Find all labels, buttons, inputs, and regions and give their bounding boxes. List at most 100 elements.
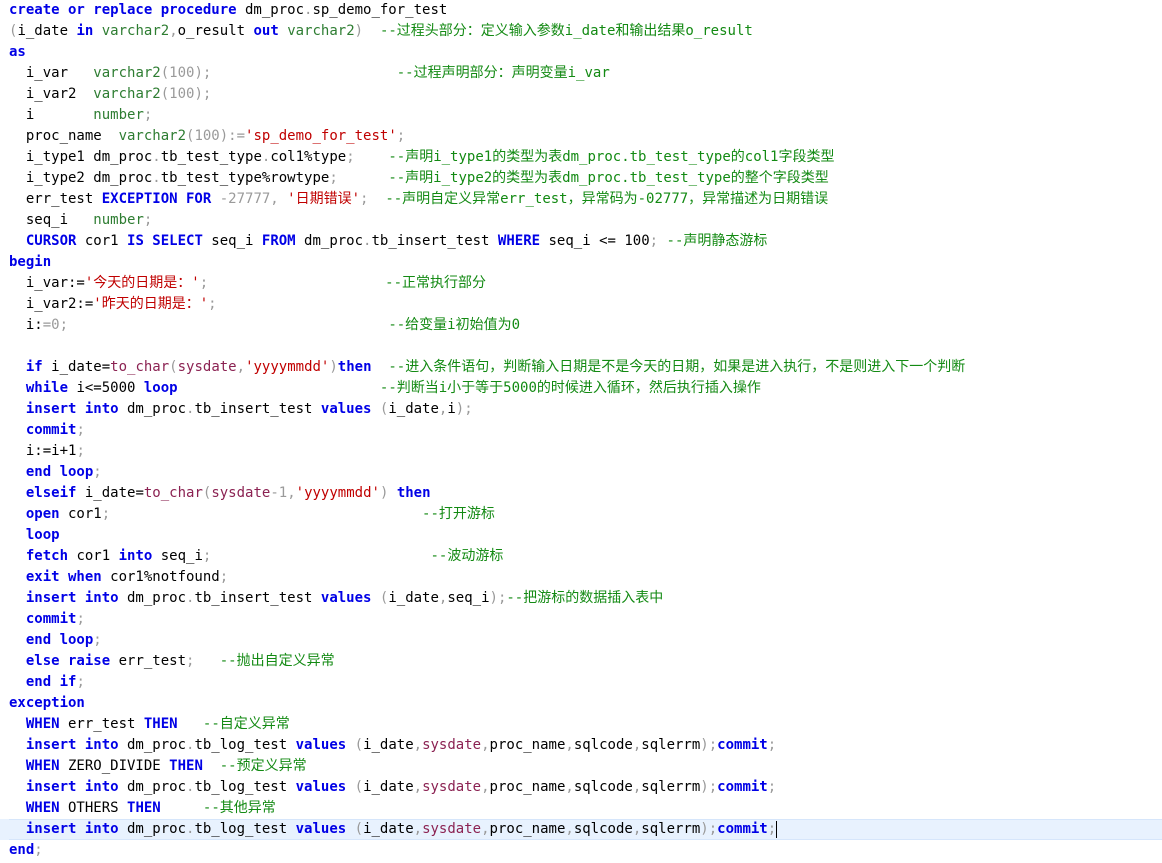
code-line[interactable]: end if; [0,672,1162,693]
code-text: i_type2 dm_proc [9,170,153,186]
code-line[interactable]: if i_date=to_char(sysdate,'yyyymmdd')the… [0,357,1162,378]
code-line[interactable]: WHEN OTHERS THEN --其他异常 [0,798,1162,819]
code-line[interactable]: open cor1; --打开游标 [0,504,1162,525]
code-text: dm_proc [295,233,364,249]
code-line[interactable]: loop [0,525,1162,546]
code-line[interactable]: i number; [0,105,1162,126]
code-line[interactable]: insert into dm_proc.tb_log_test values (… [0,735,1162,756]
keyword: create or replace procedure [9,2,237,18]
code-line[interactable]: create or replace procedure dm_proc.sp_d… [0,0,1162,21]
keyword: FROM [261,233,296,249]
code-line[interactable]: i:=0; --给变量i初始值为0 [0,315,1162,336]
code-text: i_date [363,779,414,795]
code-line[interactable]: end loop; [0,630,1162,651]
keyword: in [76,23,94,39]
code-line[interactable]: WHEN err_test THEN --自定义异常 [0,714,1162,735]
code-line[interactable]: i_var varchar2(100); --过程声明部分：声明变量i_var [0,63,1162,84]
code-line[interactable]: CURSOR cor1 IS SELECT seq_i FROM dm_proc… [0,231,1162,252]
code-line[interactable]: WHEN ZERO_DIVIDE THEN --预定义异常 [0,756,1162,777]
code-text: seq_i [152,548,203,564]
code-line[interactable]: exit when cor1%notfound; [0,567,1162,588]
keyword: WHEN [25,758,60,774]
keyword: values [295,737,347,753]
punctuation: ( [354,779,364,795]
code-line[interactable]: elseif i_date=to_char(sysdate-1,'yyyymmd… [0,483,1162,504]
function-name: sysdate [177,359,237,375]
code-line[interactable]: insert into dm_proc.tb_insert_test value… [0,399,1162,420]
code-line[interactable]: else raise err_test; --抛出自定义异常 [0,651,1162,672]
code-line[interactable]: err_test EXCEPTION FOR -27777, '日期错误'; -… [0,189,1162,210]
code-line[interactable]: fetch cor1 into seq_i; --波动游标 [0,546,1162,567]
code-text: tb_test_type [160,149,262,165]
code-text: i_date= [76,485,144,501]
code-line[interactable]: exception [0,693,1162,714]
code-line[interactable]: proc_name varchar2(100):='sp_demo_for_te… [0,126,1162,147]
text-cursor [776,820,778,838]
type-name: varchar2 [93,86,161,102]
keyword: else raise [25,653,111,669]
code-line[interactable]: insert into dm_proc.tb_log_test values (… [0,777,1162,798]
punctuation: -27777, [219,191,288,207]
punctuation: ; [219,569,229,585]
keyword: exit when [25,569,102,585]
string-literal: 'sp_demo_for_test' [245,128,397,144]
code-text: tb_log_test [194,779,296,795]
code-text: err_test [59,716,144,732]
punctuation: ( [169,359,178,375]
code-line[interactable]: insert into dm_proc.tb_log_test values (… [0,819,1162,840]
code-text: i_type1 dm_proc [9,149,153,165]
code-line[interactable]: end; [0,840,1162,861]
code-text: dm_proc [118,590,187,606]
code-line[interactable]: end loop; [0,462,1162,483]
code-line[interactable]: commit; [0,609,1162,630]
code-line[interactable]: (i_date in varchar2,o_result out varchar… [0,21,1162,42]
keyword: commit [25,611,77,627]
function-name: sysdate [422,737,482,753]
code-line[interactable]: begin [0,252,1162,273]
punctuation: =0; [42,317,69,333]
punctuation: , [236,359,246,375]
keyword: THEN [143,716,178,732]
keyword: THEN [127,800,161,816]
keyword: values [320,590,372,606]
code-text: i_var:= [9,275,85,291]
type-name: varchar2 [101,23,170,39]
code-line[interactable]: while i<=5000 loop --判断当i小于等于5000的时候进入循环… [0,378,1162,399]
punctuation: ; [76,611,85,627]
punctuation: ) [329,359,338,375]
punctuation: ; [76,443,85,459]
code-line[interactable]: i_var2:='昨天的日期是：'; [0,294,1162,315]
code-line[interactable]: i_var2 varchar2(100); [0,84,1162,105]
code-line[interactable]: i_var:='今天的日期是：'; --正常执行部分 [0,273,1162,294]
code-text: dm_proc [236,2,305,18]
code-text: ZERO_DIVIDE [59,758,170,774]
code-line[interactable]: seq_i number; [0,210,1162,231]
punctuation: ; [649,233,659,249]
comment: --过程头部分：定义输入参数i_date和输出结果o_result [379,23,753,39]
punctuation: ; [34,842,43,858]
code-line[interactable]: i_type1 dm_proc.tb_test_type.col1%type; … [0,147,1162,168]
keyword: while [25,380,69,396]
punctuation: , [565,821,574,837]
code-line[interactable]: insert into dm_proc.tb_insert_test value… [0,588,1162,609]
keyword: open [25,506,60,522]
code-line[interactable]: commit; [0,420,1162,441]
code-line[interactable]: as [0,42,1162,63]
code-line[interactable] [0,336,1162,357]
punctuation: , [481,779,490,795]
code-line[interactable]: i:=i+1; [0,441,1162,462]
code-editor[interactable]: create or replace procedure dm_proc. sp_d… [0,0,1162,863]
code-line[interactable]: i_type2 dm_proc.tb_test_type%rowtype; --… [0,168,1162,189]
